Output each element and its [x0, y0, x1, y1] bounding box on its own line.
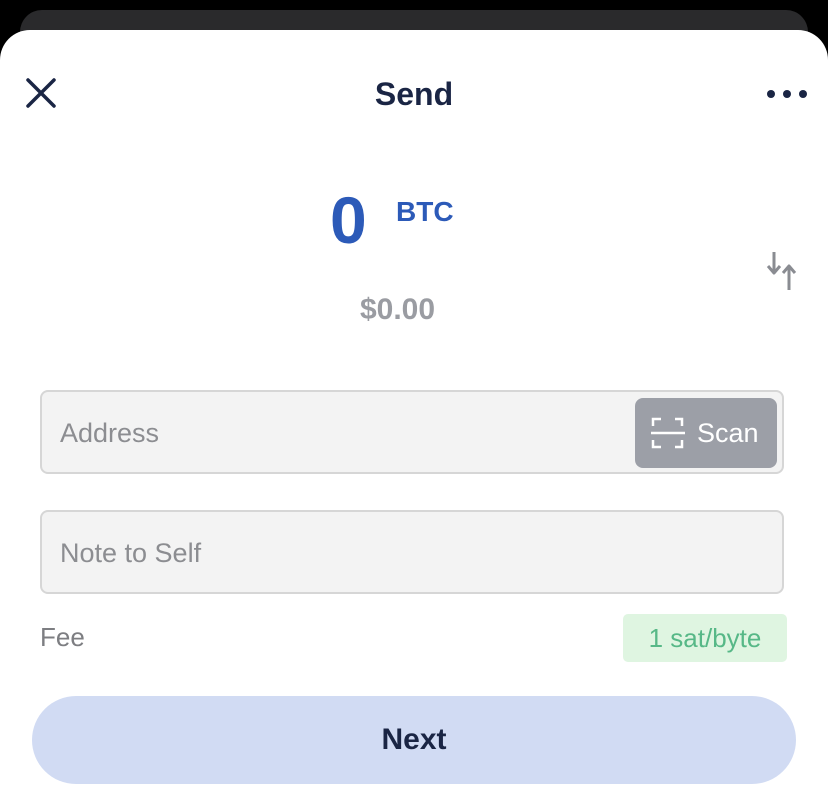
- scan-frame-icon: [651, 417, 685, 449]
- fiat-amount: $0.00: [359, 293, 436, 326]
- fee-label: Fee: [40, 622, 85, 652]
- scan-label: Scan: [697, 418, 759, 448]
- scan-button[interactable]: Scan: [635, 398, 777, 468]
- address-input[interactable]: [58, 392, 622, 474]
- swap-vertical-icon: [766, 252, 797, 290]
- amount-value: 0: [330, 183, 367, 257]
- amount-display[interactable]: 0 BTC: [0, 180, 828, 260]
- fee-rate-badge[interactable]: 1 sat/byte: [623, 614, 787, 662]
- more-horizontal-icon: [767, 90, 807, 98]
- address-field[interactable]: Scan: [40, 390, 784, 474]
- more-options-button[interactable]: [762, 74, 812, 114]
- page-title: Send: [374, 76, 454, 112]
- next-button[interactable]: Next: [32, 696, 796, 784]
- note-field[interactable]: [40, 510, 784, 594]
- amount-unit: BTC: [396, 196, 454, 227]
- note-input[interactable]: [58, 512, 762, 594]
- send-sheet: Send 0 BTC $0.00 Sca: [0, 30, 828, 793]
- swap-currency-button[interactable]: [762, 248, 802, 298]
